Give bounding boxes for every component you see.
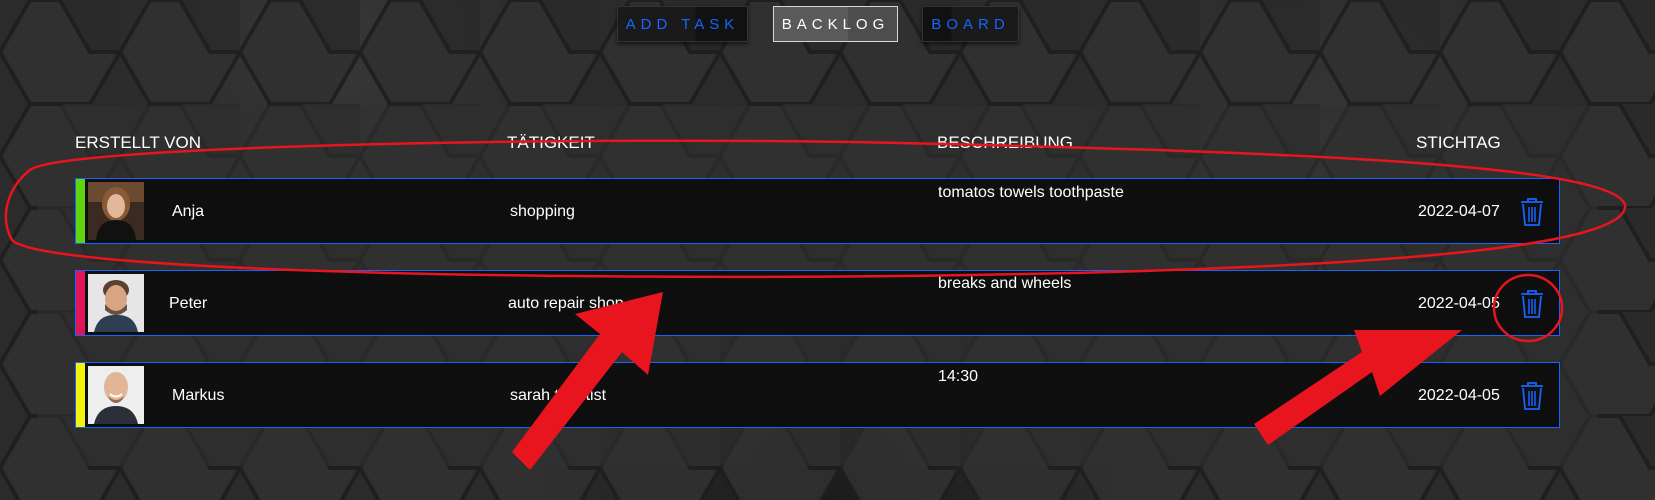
task-description: 14:30: [938, 368, 979, 385]
task-description: tomatos towels toothpaste: [938, 184, 1124, 201]
task-color-stripe: [76, 363, 85, 427]
task-color-stripe: [76, 179, 85, 243]
avatar: [88, 274, 144, 332]
board-button[interactable]: BOARD: [922, 6, 1019, 42]
task-activity: auto repair shop: [508, 295, 624, 312]
add-task-button[interactable]: ADD TASK: [617, 6, 748, 42]
backlog-button[interactable]: BACKLOG: [773, 6, 898, 42]
task-creator-name: Anja: [172, 203, 205, 220]
task-creator-name: Peter: [169, 295, 208, 312]
task-description: breaks and wheels: [938, 275, 1072, 292]
task-row[interactable]: Anja shopping tomatos towels toothpaste …: [75, 178, 1560, 244]
task-creator-name: Markus: [172, 387, 225, 404]
task-activity: sarah tdentist: [510, 387, 607, 404]
column-header-created-by: ERSTELLT VON: [75, 133, 201, 152]
task-color-stripe: [76, 271, 85, 335]
task-due-date: 2022-04-07: [1418, 203, 1500, 220]
task-row[interactable]: Markus sarah tdentist 14:30 2022-04-05: [75, 362, 1560, 428]
avatar: [88, 182, 144, 240]
task-due-date: 2022-04-05: [1418, 295, 1500, 312]
trash-icon[interactable]: [1519, 381, 1545, 411]
avatar: [88, 366, 144, 424]
trash-icon[interactable]: [1519, 289, 1545, 319]
task-activity: shopping: [510, 203, 575, 220]
column-header-due-date: STICHTAG: [1416, 133, 1501, 152]
task-row[interactable]: Peter auto repair shop breaks and wheels…: [75, 270, 1560, 336]
column-header-activity: TÄTIGKEIT: [507, 133, 595, 152]
column-header-description: BESCHREIBUNG: [937, 133, 1074, 152]
top-navigation: ADD TASK BACKLOG BOARD: [0, 6, 1655, 46]
task-due-date: 2022-04-05: [1418, 387, 1500, 404]
trash-icon[interactable]: [1519, 197, 1545, 227]
